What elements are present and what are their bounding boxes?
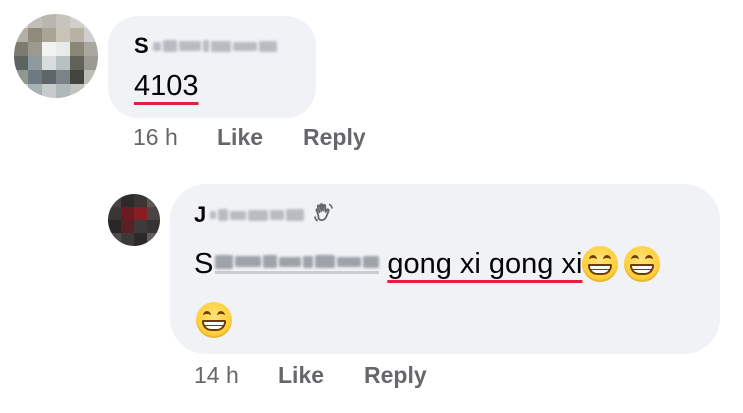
comment-text-content: 4103	[134, 70, 199, 102]
reply-actions: 14 h Like Reply	[194, 362, 427, 389]
comment-timestamp[interactable]: 16 h	[133, 124, 217, 151]
like-button[interactable]: Like	[217, 124, 303, 151]
avatar-pixelated-image	[108, 194, 160, 246]
waving-hand-icon-svg	[314, 203, 334, 222]
grinning-face-icon	[582, 246, 619, 282]
grinning-face-icon	[624, 246, 661, 282]
reply-author-name[interactable]: J	[194, 201, 336, 229]
like-button[interactable]: Like	[278, 362, 364, 389]
reply-timestamp[interactable]: 14 h	[194, 362, 278, 389]
reply-text: S gong xi gong xi	[194, 246, 661, 282]
author-initial: J	[194, 202, 207, 227]
grinning-face-icon	[196, 302, 232, 338]
waving-hand-icon	[312, 201, 336, 229]
avatar[interactable]	[14, 14, 98, 98]
censored-mention-blur	[215, 254, 380, 274]
reply-button[interactable]: Reply	[303, 124, 366, 151]
avatar-pixelated-image	[14, 14, 98, 98]
comment-author-name[interactable]: S	[134, 33, 277, 59]
reply-button[interactable]: Reply	[364, 362, 427, 389]
author-initial: S	[134, 33, 149, 58]
comment-actions: 16 h Like Reply	[133, 124, 366, 151]
censored-name-blur	[152, 40, 277, 52]
censored-name-blur	[210, 209, 305, 221]
mention-initial: S	[194, 247, 214, 280]
comment-text: 4103	[134, 70, 199, 103]
reply-avatar[interactable]	[108, 194, 160, 246]
reply-text-content: gong xi gong xi	[387, 247, 583, 280]
mention-tag[interactable]: S	[194, 247, 380, 281]
